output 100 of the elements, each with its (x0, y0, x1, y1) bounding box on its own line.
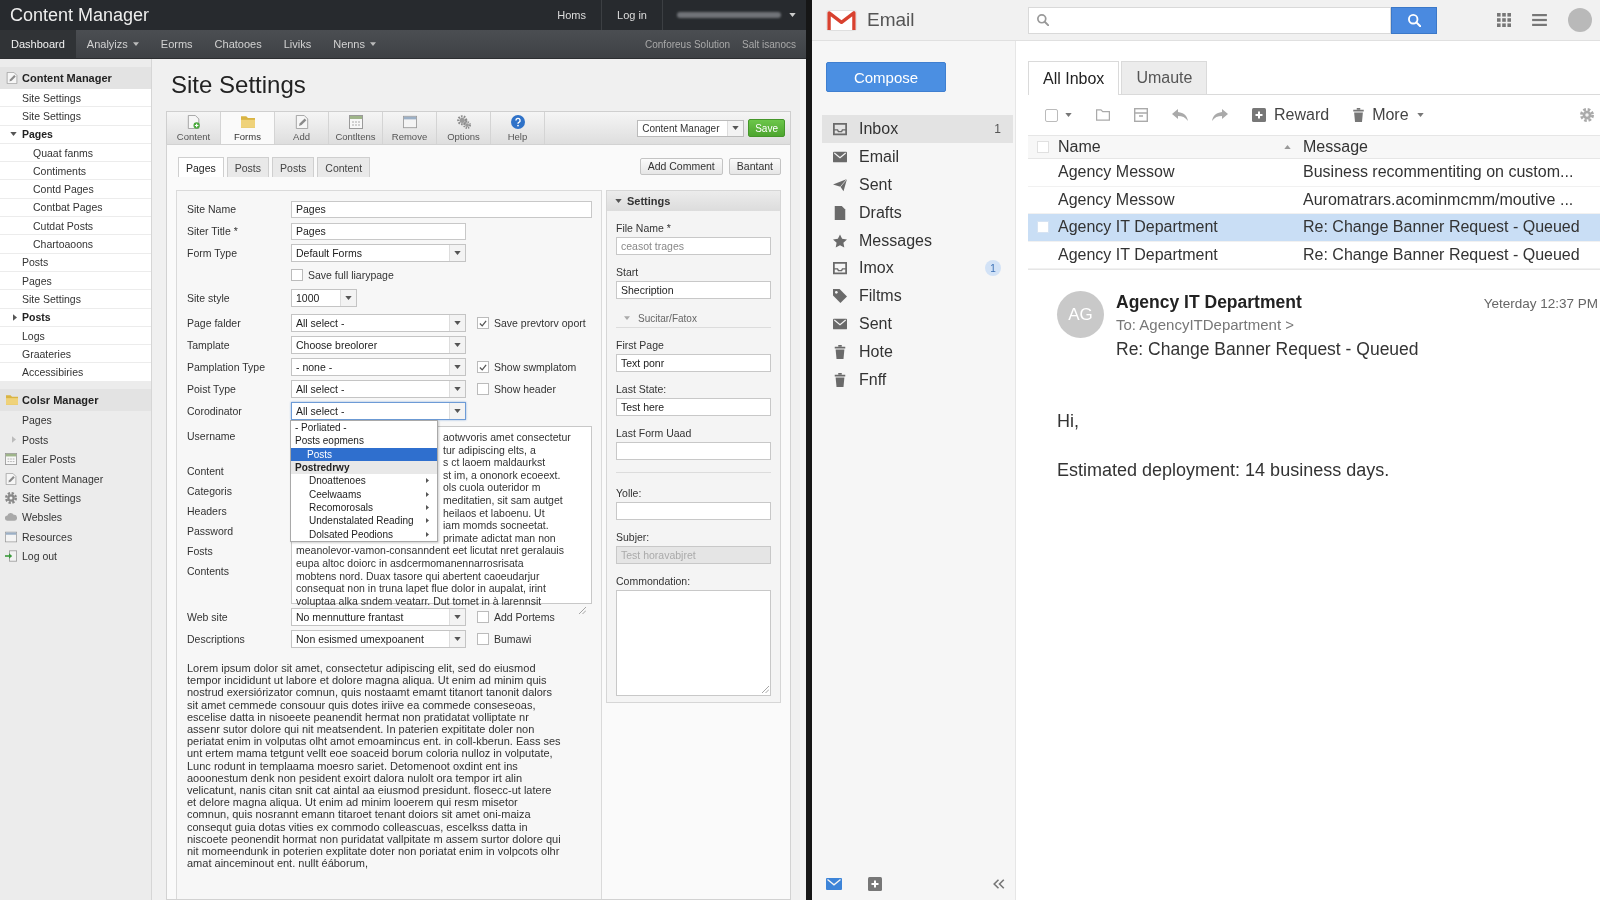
toolbar-button[interactable]: More (1353, 106, 1424, 124)
dropdown-option[interactable]: Ceelwaams (291, 487, 437, 501)
checkbox[interactable] (477, 361, 489, 373)
checkbox[interactable] (477, 611, 489, 623)
text-field[interactable] (616, 502, 771, 520)
section-toggle[interactable]: Sucitar/Fatox (616, 309, 771, 328)
select-field[interactable]: All select - (291, 314, 466, 332)
sidebar-item[interactable]: Contiments (0, 162, 151, 181)
folder-item[interactable]: Sent (822, 170, 1013, 199)
sidebar-item[interactable]: Pages (0, 410, 151, 431)
folder-icon[interactable] (1096, 108, 1110, 122)
reply-arrow-icon[interactable] (1172, 109, 1188, 121)
folder-item[interactable]: Drafts (822, 198, 1013, 227)
column-header[interactable]: Name (1058, 138, 1303, 156)
toolbar-button[interactable]: Reward (1252, 106, 1330, 124)
sidebar-item[interactable]: Contd Pages (0, 180, 151, 199)
text-field[interactable]: ceasot trages (616, 237, 771, 255)
sidebar-item[interactable]: Site Settings (0, 488, 151, 508)
nav-tab[interactable]: Analyizs (75, 30, 150, 58)
message-row[interactable]: Agency Messow Business recommentiting on custom... (1028, 159, 1600, 187)
checkbox-label[interactable]: Save full liarypage (308, 269, 394, 281)
text-field[interactable]: Shecription (616, 281, 771, 299)
checkbox-label[interactable]: Add Portems (494, 611, 555, 623)
nav-tab[interactable]: Eorms (149, 30, 204, 58)
sidebar-item[interactable]: Content Manager (0, 468, 151, 489)
folder-item[interactable]: Email (822, 142, 1013, 171)
nav-tab[interactable]: Dashboard (0, 30, 76, 58)
checkbox[interactable] (291, 269, 303, 281)
sidebar-item[interactable]: Site Settings (0, 107, 151, 126)
text-field[interactable]: Text ponr (616, 354, 771, 372)
sidebar-item[interactable]: Graateries (0, 345, 151, 364)
plus-square-icon[interactable] (868, 876, 882, 891)
action-button[interactable]: Add Comment (639, 157, 723, 175)
search-field[interactable] (1028, 6, 1391, 34)
toolbar-tab[interactable]: Forms (221, 112, 275, 144)
avatar-icon[interactable] (1568, 8, 1592, 32)
dropdown-option[interactable]: - Porliated - (291, 421, 437, 435)
select-field[interactable]: Content Manager (637, 119, 745, 137)
checkbox[interactable] (1037, 141, 1049, 153)
header-link[interactable]: Homs (542, 0, 601, 30)
message-row[interactable]: Agency IT Department Re: Change Banner Request - Queued (1028, 214, 1600, 242)
select-field[interactable]: Non esismed umexpoanent (291, 630, 466, 648)
select-field[interactable]: Choose breolorer (291, 336, 466, 354)
checkbox[interactable] (477, 633, 489, 645)
checkbox-label[interactable]: Show header (494, 383, 556, 395)
checkbox-label[interactable]: Show swmplatom (494, 361, 577, 373)
dropdown-option[interactable]: Dolsated Peodions (291, 527, 437, 541)
folder-item[interactable]: Messages (822, 226, 1013, 255)
text-field[interactable]: Pages (291, 200, 592, 218)
folder-item[interactable]: Imox 1 (822, 254, 1013, 283)
checkbox[interactable] (1037, 221, 1049, 234)
checkbox[interactable] (1045, 108, 1058, 122)
message-row[interactable]: Agency IT Department Re: Change Banner Request - Queued (1028, 241, 1600, 269)
sidebar-item[interactable]: Accessibiries (0, 363, 151, 382)
select-field[interactable]: - none - (291, 358, 466, 376)
nav-tab[interactable]: Chatooes (203, 30, 273, 58)
caret-icon[interactable] (1065, 113, 1072, 117)
forward-arrow-icon[interactable] (1212, 109, 1228, 121)
nav-tab[interactable]: Nenns (322, 30, 387, 58)
menu-icon[interactable] (1532, 14, 1547, 26)
double-chevron-icon[interactable] (993, 878, 1005, 889)
checkbox[interactable] (477, 317, 489, 329)
caret-icon[interactable] (789, 13, 796, 17)
tab[interactable]: Posts (272, 157, 315, 177)
search-button[interactable] (1391, 6, 1437, 34)
dropdown-option[interactable]: Dnoattenoes (291, 474, 437, 488)
dropdown-option[interactable]: Undenstalated Reading (291, 514, 437, 528)
box-icon[interactable] (1134, 108, 1148, 122)
nav-link[interactable]: Conforeus Solution (645, 38, 731, 50)
tab[interactable]: All Inbox (1028, 61, 1120, 95)
select-field[interactable]: Default Forms (291, 244, 466, 262)
dropdown-option[interactable]: Posts (291, 447, 437, 461)
folder-item[interactable]: Sent (822, 310, 1013, 339)
gear-icon[interactable] (1580, 108, 1594, 122)
tab[interactable]: Pages (178, 157, 224, 177)
sidebar-section-header[interactable]: Colsr Manager (0, 388, 151, 411)
text-field[interactable] (616, 442, 771, 460)
tab[interactable]: Umaute (1121, 61, 1208, 94)
folder-item[interactable]: Fnff (822, 366, 1013, 394)
apps-grid-icon[interactable] (1497, 13, 1511, 27)
sidebar-item[interactable]: Resources (0, 527, 151, 547)
recipient-link[interactable]: To: AgencyITDepartment > (1116, 313, 1600, 337)
tab[interactable]: Content (317, 157, 371, 177)
settings-header[interactable]: Settings (607, 191, 780, 211)
sidebar-item[interactable]: Site Settings (0, 89, 151, 108)
folder-item[interactable]: Inbox 1 (822, 115, 1013, 143)
folder-item[interactable]: Filtms (822, 282, 1013, 311)
select-field[interactable]: No mennutture frantast (291, 608, 466, 626)
sidebar-item[interactable]: Chartoaoons (0, 235, 151, 254)
textarea-field[interactable] (616, 590, 771, 696)
nav-link[interactable]: Salt isanocs (742, 38, 796, 50)
sidebar-section-header[interactable]: Content Manager (0, 67, 151, 89)
text-field[interactable]: Pages (291, 222, 466, 240)
nav-tab[interactable]: Liviks (272, 30, 323, 58)
sidebar-item[interactable]: Site Settings (0, 290, 151, 309)
tab[interactable]: Posts (226, 157, 270, 177)
dropdown-option[interactable]: Recomorosals (291, 500, 437, 515)
select-field[interactable]: All select - (291, 380, 466, 398)
select-field[interactable]: All select - (291, 402, 466, 420)
column-header[interactable]: Message (1303, 138, 1600, 156)
